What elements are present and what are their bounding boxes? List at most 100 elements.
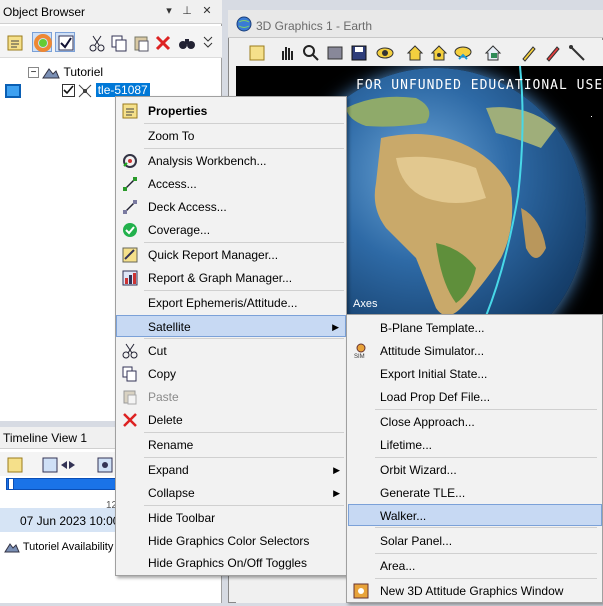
menu-label: Copy: [148, 367, 177, 381]
properties-icon[interactable]: [246, 42, 266, 62]
pan-hand-icon[interactable]: [276, 42, 296, 62]
menu-label: Deck Access...: [148, 200, 227, 214]
menu-item-cut[interactable]: Cut: [116, 340, 346, 362]
object-color-swatch[interactable]: [5, 84, 21, 98]
graphics-toolbar: [234, 40, 603, 66]
license-banner: FOR UNFUNDED EDUCATIONAL USE: [356, 78, 603, 93]
submenu-item-close-approach[interactable]: Close Approach...: [348, 411, 602, 433]
graphics-title: 3D Graphics 1 - Earth: [256, 19, 373, 33]
tree-node-scenario[interactable]: − Tutoriel: [28, 63, 103, 81]
axes-label: Axes: [353, 298, 378, 310]
timeline-grid-icon[interactable]: [94, 454, 114, 474]
properties-icon[interactable]: [4, 454, 24, 474]
menu-item-analysis-workbench[interactable]: Analysis Workbench...: [116, 150, 346, 172]
coverage-icon: [122, 222, 138, 238]
menu-item-hide-toggles[interactable]: Hide Graphics On/Off Toggles: [116, 552, 346, 574]
cut-icon: [122, 343, 138, 359]
graph-icon: [122, 270, 138, 286]
menu-item-report-graph-manager[interactable]: Report & Graph Manager...: [116, 267, 346, 289]
menu-label: Properties: [148, 104, 208, 118]
menu-item-zoom-to[interactable]: Zoom To: [116, 125, 346, 147]
object-browser-toolbar: [0, 26, 222, 58]
collapse-icon[interactable]: −: [28, 67, 39, 79]
submenu-item-lifetime[interactable]: Lifetime...: [348, 434, 602, 456]
save-image-icon[interactable]: [348, 42, 368, 62]
menu-item-export-ephemeris[interactable]: Export Ephemeris/Attitude...: [116, 292, 346, 314]
menu-item-rename[interactable]: Rename: [116, 434, 346, 456]
checkbox-toggle-icon[interactable]: [55, 32, 75, 52]
tree-label-satellite: tle-51087: [95, 83, 150, 97]
layers-icon[interactable]: [324, 42, 344, 62]
submenu-item-load-prop-def-file[interactable]: Load Prop Def File...: [348, 386, 602, 408]
menu-label: Orbit Wizard...: [380, 463, 457, 477]
copy-icon[interactable]: [108, 32, 128, 52]
submenu-item-b-plane-template[interactable]: B-Plane Template...: [348, 317, 602, 339]
menu-item-quick-report-manager[interactable]: Quick Report Manager...: [116, 244, 346, 266]
toolbar-overflow-icon[interactable]: [200, 32, 214, 52]
view-from-icon[interactable]: [374, 42, 394, 62]
pencil-red-icon[interactable]: [542, 42, 562, 62]
submenu-item-solar-panel[interactable]: Solar Panel...: [348, 530, 602, 552]
attitude-sim-icon: SIM: [353, 343, 369, 360]
menu-label: Paste: [148, 390, 179, 404]
dropdown-icon[interactable]: ▾: [162, 4, 176, 18]
paste-icon[interactable]: [130, 32, 150, 52]
close-icon[interactable]: ✕: [200, 4, 214, 18]
menu-label: Delete: [148, 413, 183, 427]
menu-label: Hide Graphics On/Off Toggles: [148, 556, 307, 570]
color-wheel-icon[interactable]: [32, 32, 52, 52]
timeline-availability-row[interactable]: Tutoriel Availability: [4, 541, 113, 553]
submenu-item-new-3d-attitude-window[interactable]: New 3D Attitude Graphics Window: [348, 580, 602, 602]
menu-item-satellite[interactable]: Satellite ▶: [116, 315, 346, 337]
cut-icon[interactable]: [86, 32, 106, 52]
measure-icon[interactable]: [566, 42, 586, 62]
home-view-icon[interactable]: [404, 42, 424, 62]
checkbox-icon[interactable]: [62, 84, 75, 98]
submenu-item-walker[interactable]: Walker...: [348, 504, 602, 526]
menu-label: Load Prop Def File...: [380, 390, 491, 404]
paste-icon: [122, 389, 138, 405]
zoom-icon[interactable]: [300, 42, 320, 62]
menu-item-access[interactable]: Access...: [116, 173, 346, 195]
timeline-date: 07 Jun 2023 10:00: [20, 514, 120, 528]
delete-icon[interactable]: [152, 32, 172, 52]
menu-label: Access...: [148, 177, 197, 191]
menu-item-deck-access[interactable]: Deck Access...: [116, 196, 346, 218]
menu-label: Satellite: [148, 320, 191, 334]
menu-item-collapse[interactable]: Collapse ▶: [116, 482, 346, 504]
menu-label: Quick Report Manager...: [148, 248, 279, 262]
menu-item-hide-toolbar[interactable]: Hide Toolbar: [116, 507, 346, 529]
object-browser-titlebar: Object Browser ▾ ⊥ ✕: [0, 0, 222, 24]
menu-label: Hide Graphics Color Selectors: [148, 534, 310, 548]
menu-item-coverage[interactable]: Coverage...: [116, 219, 346, 241]
timeline-zoom-icon[interactable]: [40, 454, 76, 474]
submenu-item-generate-tle[interactable]: Generate TLE...: [348, 482, 602, 504]
menu-item-hide-color-selectors[interactable]: Hide Graphics Color Selectors: [116, 530, 346, 552]
menu-label: Attitude Simulator...: [380, 344, 485, 358]
workbench-icon: [122, 153, 138, 169]
menu-label: Export Initial State...: [380, 367, 488, 381]
camera-path-icon[interactable]: [482, 42, 502, 62]
menu-item-expand[interactable]: Expand ▶: [116, 459, 346, 481]
deck-access-icon: [122, 199, 138, 215]
menu-item-properties[interactable]: Properties: [116, 100, 346, 122]
submenu-item-export-initial-state[interactable]: Export Initial State...: [348, 363, 602, 385]
menu-item-paste[interactable]: Paste: [116, 386, 346, 408]
attitude-window-icon: [353, 583, 369, 599]
eye-view-icon[interactable]: [452, 42, 472, 62]
menu-item-copy[interactable]: Copy: [116, 363, 346, 385]
pencil-yellow-icon[interactable]: [518, 42, 538, 62]
menu-label: Walker...: [380, 509, 427, 523]
binoculars-icon[interactable]: [176, 32, 196, 52]
tree-label-scenario: Tutoriel: [63, 65, 104, 79]
orbit-view-icon[interactable]: [428, 42, 448, 62]
submenu-item-orbit-wizard[interactable]: Orbit Wizard...: [348, 459, 602, 481]
object-browser-title: Object Browser: [3, 5, 86, 19]
submenu-item-attitude-simulator[interactable]: SIM Attitude Simulator...: [348, 340, 602, 362]
submenu-item-area[interactable]: Area...: [348, 555, 602, 577]
pin-icon[interactable]: ⊥: [180, 4, 194, 18]
globe-icon: [236, 16, 252, 32]
properties-icon[interactable]: [4, 32, 24, 52]
menu-item-delete[interactable]: Delete: [116, 409, 346, 431]
timeline-scroll-thumb[interactable]: [8, 478, 14, 490]
